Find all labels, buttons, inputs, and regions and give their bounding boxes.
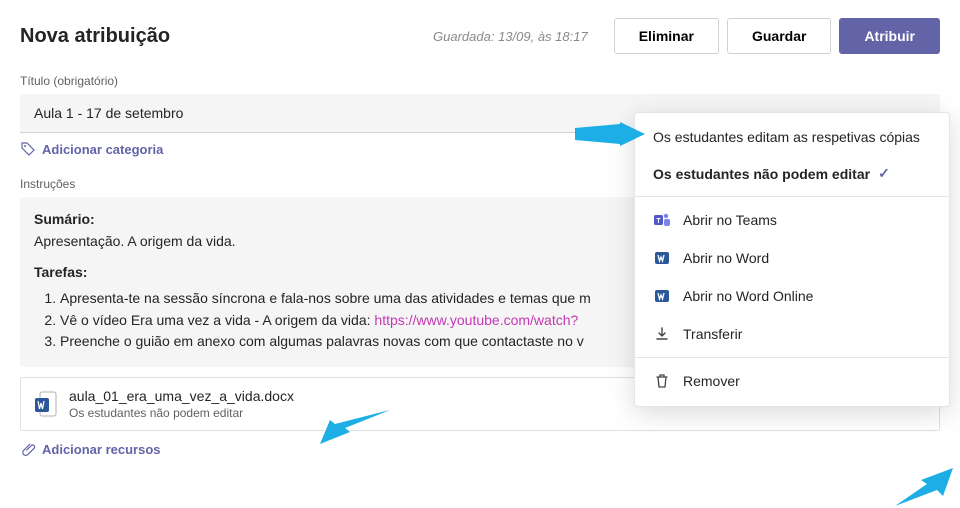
annotation-arrow	[575, 122, 645, 146]
menu-remove[interactable]: Remover	[635, 362, 949, 400]
assign-button[interactable]: Atribuir	[839, 18, 940, 54]
add-category-link[interactable]: Adicionar categoria	[20, 141, 163, 157]
menu-students-no-edit[interactable]: Os estudantes não podem editar ✓	[635, 155, 949, 192]
attachment-context-menu: Os estudantes editam as respetivas cópia…	[634, 112, 950, 407]
word-icon	[653, 249, 671, 267]
tag-icon	[20, 141, 36, 157]
page-title: Nova atribuição	[20, 25, 170, 48]
svg-text:T: T	[656, 218, 661, 225]
teams-icon: T	[653, 211, 671, 229]
menu-download[interactable]: Transferir	[635, 315, 949, 353]
word-file-icon	[35, 391, 57, 417]
word-online-icon	[653, 287, 671, 305]
menu-open-word[interactable]: Abrir no Word	[635, 239, 949, 277]
menu-open-word-online[interactable]: Abrir no Word Online	[635, 277, 949, 315]
annotation-arrow	[320, 410, 390, 444]
annotation-arrow	[895, 468, 953, 506]
save-button[interactable]: Guardar	[727, 18, 831, 54]
menu-open-teams[interactable]: T Abrir no Teams	[635, 201, 949, 239]
menu-separator	[635, 196, 949, 197]
add-category-label: Adicionar categoria	[42, 142, 163, 157]
delete-button[interactable]: Eliminar	[614, 18, 719, 54]
add-resources-link[interactable]: Adicionar recursos	[20, 441, 161, 457]
download-icon	[653, 325, 671, 343]
menu-separator	[635, 357, 949, 358]
saved-status: Guardada: 13/09, às 18:17	[433, 29, 588, 44]
trash-icon	[653, 372, 671, 390]
check-icon: ✓	[878, 165, 890, 182]
video-link[interactable]: https://www.youtube.com/watch?	[374, 312, 578, 328]
menu-students-edit-own[interactable]: Os estudantes editam as respetivas cópia…	[635, 119, 949, 155]
attachment-subtitle: Os estudantes não podem editar	[69, 406, 888, 420]
title-label: Título (obrigatório)	[20, 74, 940, 88]
header: Nova atribuição Guardada: 13/09, às 18:1…	[20, 18, 940, 54]
attach-icon	[20, 441, 36, 457]
add-resources-label: Adicionar recursos	[42, 442, 161, 457]
